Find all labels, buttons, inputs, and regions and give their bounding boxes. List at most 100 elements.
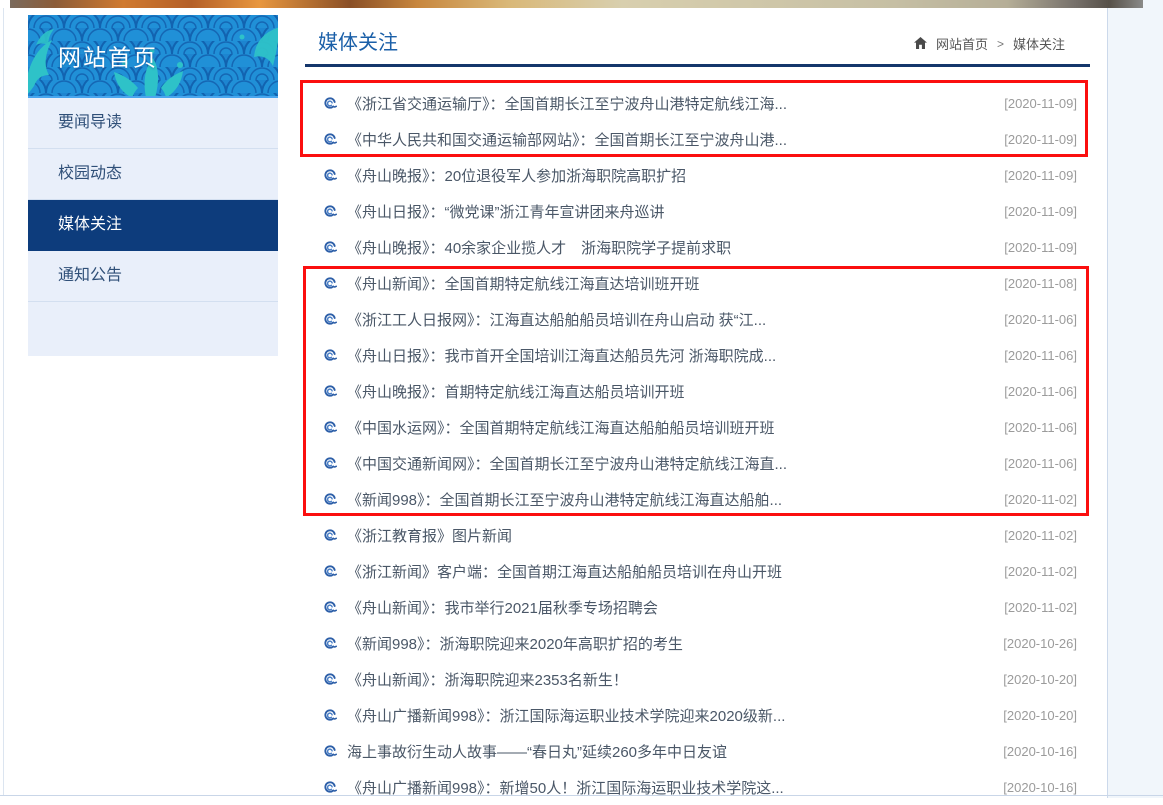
news-item-row[interactable]: 《舟山日报》：我市首开全国培训江海直达船员先河 浙海职院成... [2020-1… bbox=[305, 337, 1090, 373]
wave-swirl-icon bbox=[322, 385, 338, 398]
wave-swirl-icon bbox=[322, 565, 338, 578]
wave-swirl-icon bbox=[322, 169, 338, 182]
news-item-row[interactable]: 《浙江工人日报网》：江海直达船舶船员培训在舟山启动 获“江... [2020-1… bbox=[305, 301, 1090, 337]
news-date: [2020-10-26] bbox=[1003, 636, 1077, 651]
sidebar-header: 网站首页 bbox=[28, 15, 278, 98]
news-date: [2020-10-20] bbox=[1003, 708, 1077, 723]
news-date: [2020-11-09] bbox=[1004, 240, 1077, 255]
news-date: [2020-11-08] bbox=[1004, 276, 1077, 291]
sidebar-footer-block bbox=[28, 302, 278, 356]
news-title-link[interactable]: 《舟山晚报》：首期特定航线江海直达船员培训开班 bbox=[347, 381, 992, 402]
sidebar-nav-label: 要闻导读 bbox=[58, 114, 122, 131]
news-item-row[interactable]: 《浙江省交通运输厅》：全国首期长江至宁波舟山港特定航线江海... [2020-1… bbox=[305, 85, 1090, 121]
news-title-link[interactable]: 《中国交通新闻网》：全国首期长江至宁波舟山港特定航线江海直... bbox=[347, 453, 992, 474]
news-date: [2020-11-06] bbox=[1004, 456, 1077, 471]
news-title-link[interactable]: 《浙江工人日报网》：江海直达船舶船员培训在舟山启动 获“江... bbox=[347, 309, 992, 330]
house-icon[interactable] bbox=[914, 37, 927, 49]
news-title-link[interactable]: 海上事故衍生动人故事——“春日丸”延续260多年中日友谊 bbox=[347, 741, 991, 762]
wave-swirl-icon bbox=[322, 709, 338, 722]
news-title-link[interactable]: 《舟山新闻》：全国首期特定航线江海直达培训班开班 bbox=[347, 273, 992, 294]
news-date: [2020-11-06] bbox=[1004, 420, 1077, 435]
wave-swirl-icon bbox=[322, 457, 338, 470]
news-title-link[interactable]: 《中华人民共和国交通运输部网站》：全国首期长江至宁波舟山港... bbox=[347, 129, 992, 150]
sidebar-title: 网站首页 bbox=[58, 38, 158, 72]
news-item-row[interactable]: 《中国交通新闻网》：全国首期长江至宁波舟山港特定航线江海直... [2020-1… bbox=[305, 445, 1090, 481]
sidebar-nav-label: 媒体关注 bbox=[58, 216, 122, 233]
sidebar-nav-item[interactable]: 校园动态 bbox=[28, 149, 278, 200]
section-header: 媒体关注 网站首页 > 媒体关注 bbox=[305, 0, 1090, 67]
news-item-row[interactable]: 《舟山晚报》：40余家企业揽人才 浙海职院学子提前求职 [2020-11-09] bbox=[305, 229, 1090, 265]
top-banner-photo-strip bbox=[10, 0, 1143, 8]
news-title-link[interactable]: 《舟山广播新闻998》：新增50人！浙江国际海运职业技术学院这... bbox=[347, 777, 991, 798]
news-title-link[interactable]: 《新闻998》：全国首期长江至宁波舟山港特定航线江海直达船舶... bbox=[347, 489, 992, 510]
news-title-link[interactable]: 《舟山日报》：我市首开全国培训江海直达船员先河 浙海职院成... bbox=[347, 345, 992, 366]
news-date: [2020-11-02] bbox=[1004, 600, 1077, 615]
sidebar-nav-label: 通知公告 bbox=[58, 267, 122, 284]
news-item-row[interactable]: 《浙江新闻》客户端：全国首期江海直达船舶船员培训在舟山开班 [2020-11-0… bbox=[305, 553, 1090, 589]
wave-swirl-icon bbox=[322, 637, 338, 650]
sidebar-menu: 要闻导读 校园动态 媒体关注 通知公告 bbox=[28, 98, 278, 302]
news-item-row[interactable]: 《舟山新闻》：我市举行2021届秋季专场招聘会 [2020-11-02] bbox=[305, 589, 1090, 625]
news-item-row[interactable]: 《中华人民共和国交通运输部网站》：全国首期长江至宁波舟山港... [2020-1… bbox=[305, 121, 1090, 157]
news-title-link[interactable]: 《舟山新闻》：浙海职院迎来2353名新生！ bbox=[347, 669, 991, 690]
sidebar: 网站首页 要闻导读 校园动态 媒体关注 通知公告 bbox=[28, 15, 278, 356]
news-title-link[interactable]: 《舟山广播新闻998》：浙江国际海运职业技术学院迎来2020级新... bbox=[347, 705, 991, 726]
news-title-link[interactable]: 《中国水运网》：全国首期特定航线江海直达船舶船员培训班开班 bbox=[347, 417, 992, 438]
news-list: 《浙江省交通运输厅》：全国首期长江至宁波舟山港特定航线江海... [2020-1… bbox=[305, 85, 1090, 805]
news-date: [2020-11-06] bbox=[1004, 384, 1077, 399]
news-item-row[interactable]: 《舟山广播新闻998》：浙江国际海运职业技术学院迎来2020级新... [202… bbox=[305, 697, 1090, 733]
breadcrumb: 网站首页 > 媒体关注 bbox=[914, 34, 1065, 53]
news-date: [2020-11-09] bbox=[1004, 132, 1077, 147]
sidebar-nav-item[interactable]: 通知公告 bbox=[28, 251, 278, 302]
wave-swirl-icon bbox=[322, 421, 338, 434]
news-item-row[interactable]: 《舟山新闻》：全国首期特定航线江海直达培训班开班 [2020-11-08] bbox=[305, 265, 1090, 301]
wave-swirl-icon bbox=[322, 673, 338, 686]
page-title: 媒体关注 bbox=[318, 26, 398, 55]
news-title-link[interactable]: 《浙江新闻》客户端：全国首期江海直达船舶船员培训在舟山开班 bbox=[347, 561, 992, 582]
news-date: [2020-11-09] bbox=[1004, 96, 1077, 111]
wave-swirl-icon bbox=[322, 133, 338, 146]
news-date: [2020-10-20] bbox=[1003, 672, 1077, 687]
news-date: [2020-11-02] bbox=[1004, 492, 1077, 507]
news-title-link[interactable]: 《舟山日报》：“微党课”浙江青年宣讲团来舟巡讲 bbox=[347, 201, 992, 222]
news-item-row[interactable]: 《舟山日报》：“微党课”浙江青年宣讲团来舟巡讲 [2020-11-09] bbox=[305, 193, 1090, 229]
sidebar-nav-item[interactable]: 媒体关注 bbox=[28, 200, 278, 251]
news-item-row[interactable]: 《舟山晚报》：20位退役军人参加浙海职院高职扩招 [2020-11-09] bbox=[305, 157, 1090, 193]
news-item-row[interactable]: 《舟山晚报》：首期特定航线江海直达船员培训开班 [2020-11-06] bbox=[305, 373, 1090, 409]
breadcrumb-current: 媒体关注 bbox=[1013, 34, 1065, 53]
page-left-border bbox=[3, 8, 4, 795]
news-item-row[interactable]: 海上事故衍生动人故事——“春日丸”延续260多年中日友谊 [2020-10-16… bbox=[305, 733, 1090, 769]
wave-swirl-icon bbox=[322, 241, 338, 254]
news-item-row[interactable]: 《舟山广播新闻998》：新增50人！浙江国际海运职业技术学院这... [2020… bbox=[305, 769, 1090, 805]
sidebar-nav-item[interactable]: 要闻导读 bbox=[28, 98, 278, 149]
news-item-row[interactable]: 《舟山新闻》：浙海职院迎来2353名新生！ [2020-10-20] bbox=[305, 661, 1090, 697]
news-item-row[interactable]: 《新闻998》：浙海职院迎来2020年高职扩招的考生 [2020-10-26] bbox=[305, 625, 1090, 661]
wave-swirl-icon bbox=[322, 277, 338, 290]
page-right-gutter bbox=[1108, 0, 1163, 798]
news-item-row[interactable]: 《中国水运网》：全国首期特定航线江海直达船舶船员培训班开班 [2020-11-0… bbox=[305, 409, 1090, 445]
wave-swirl-icon bbox=[322, 97, 338, 110]
wave-swirl-icon bbox=[322, 601, 338, 614]
news-title-link[interactable]: 《舟山晚报》：20位退役军人参加浙海职院高职扩招 bbox=[347, 165, 992, 186]
wave-swirl-icon bbox=[322, 205, 338, 218]
content-right-border bbox=[1107, 0, 1108, 798]
news-date: [2020-10-16] bbox=[1003, 780, 1077, 795]
main-content: 媒体关注 网站首页 > 媒体关注 《浙江省交通运输厅》：全国首期长江至宁波舟山港… bbox=[305, 0, 1090, 67]
breadcrumb-home-link[interactable]: 网站首页 bbox=[936, 34, 988, 53]
news-item-row[interactable]: 《新闻998》：全国首期长江至宁波舟山港特定航线江海直达船舶... [2020-… bbox=[305, 481, 1090, 517]
news-title-link[interactable]: 《浙江省交通运输厅》：全国首期长江至宁波舟山港特定航线江海... bbox=[347, 93, 992, 114]
news-date: [2020-11-09] bbox=[1004, 168, 1077, 183]
wave-swirl-icon bbox=[322, 349, 338, 362]
news-title-link[interactable]: 《舟山晚报》：40余家企业揽人才 浙海职院学子提前求职 bbox=[347, 237, 992, 258]
breadcrumb-separator: > bbox=[997, 37, 1004, 51]
wave-swirl-icon bbox=[322, 493, 338, 506]
news-date: [2020-11-02] bbox=[1004, 528, 1077, 543]
news-title-link[interactable]: 《新闻998》：浙海职院迎来2020年高职扩招的考生 bbox=[347, 633, 991, 654]
news-title-link[interactable]: 《浙江教育报》图片新闻 bbox=[347, 525, 992, 546]
sidebar-nav-label: 校园动态 bbox=[58, 165, 122, 182]
wave-swirl-icon bbox=[322, 745, 338, 758]
news-title-link[interactable]: 《舟山新闻》：我市举行2021届秋季专场招聘会 bbox=[347, 597, 992, 618]
news-item-row[interactable]: 《浙江教育报》图片新闻 [2020-11-02] bbox=[305, 517, 1090, 553]
news-date: [2020-10-16] bbox=[1003, 744, 1077, 759]
news-date: [2020-11-06] bbox=[1004, 348, 1077, 363]
